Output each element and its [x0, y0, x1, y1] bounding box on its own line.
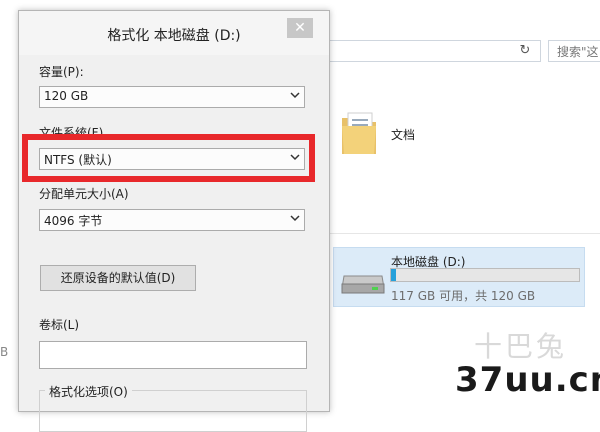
address-bar[interactable] — [330, 40, 541, 62]
close-button[interactable]: ✕ — [287, 18, 313, 38]
documents-folder-icon[interactable] — [340, 110, 378, 156]
watermark-text: 37uu.cn — [455, 360, 600, 400]
drive-free-space: 117 GB 可用，共 120 GB — [391, 289, 536, 303]
volume-label-input[interactable] — [39, 341, 307, 369]
watermark-logo-cn: 十巴兔 — [474, 330, 568, 363]
chevron-down-icon — [290, 215, 300, 222]
nav-pane-text-fragment: B — [0, 345, 9, 359]
format-dialog: 格式化 本地磁盘 (D:) ✕ 容量(P): 120 GB 文件系统(F) NT… — [18, 10, 330, 432]
search-placeholder: 搜索"这 — [557, 45, 599, 59]
format-options-label: 格式化选项(O) — [45, 383, 132, 400]
drive-d-tile[interactable]: 本地磁盘 (D:) 117 GB 可用，共 120 GB — [333, 247, 585, 307]
allocation-label: 分配单元大小(A) — [39, 187, 129, 201]
restore-defaults-button[interactable]: 还原设备的默认值(D) — [40, 265, 196, 291]
capacity-label: 容量(P): — [39, 65, 84, 79]
dialog-titlebar: 格式化 本地磁盘 (D:) ✕ — [19, 11, 329, 55]
drive-usage-bar — [390, 268, 580, 282]
annotation-highlight-box — [22, 134, 315, 182]
capacity-value: 120 GB — [44, 89, 89, 103]
refresh-icon[interactable]: ↻ — [516, 43, 534, 59]
search-input[interactable]: 搜索"这 — [548, 40, 600, 62]
hard-drive-icon — [341, 275, 385, 294]
chevron-down-icon — [290, 92, 300, 99]
allocation-select[interactable]: 4096 字节 — [39, 209, 305, 231]
documents-folder-label[interactable]: 文档 — [391, 126, 415, 143]
dialog-title: 格式化 本地磁盘 (D:) — [107, 28, 241, 44]
capacity-select[interactable]: 120 GB — [39, 86, 305, 108]
drive-usage-fill — [391, 269, 396, 281]
allocation-value: 4096 字节 — [44, 214, 103, 228]
divider — [330, 233, 600, 234]
volume-label-label: 卷标(L) — [39, 318, 80, 332]
